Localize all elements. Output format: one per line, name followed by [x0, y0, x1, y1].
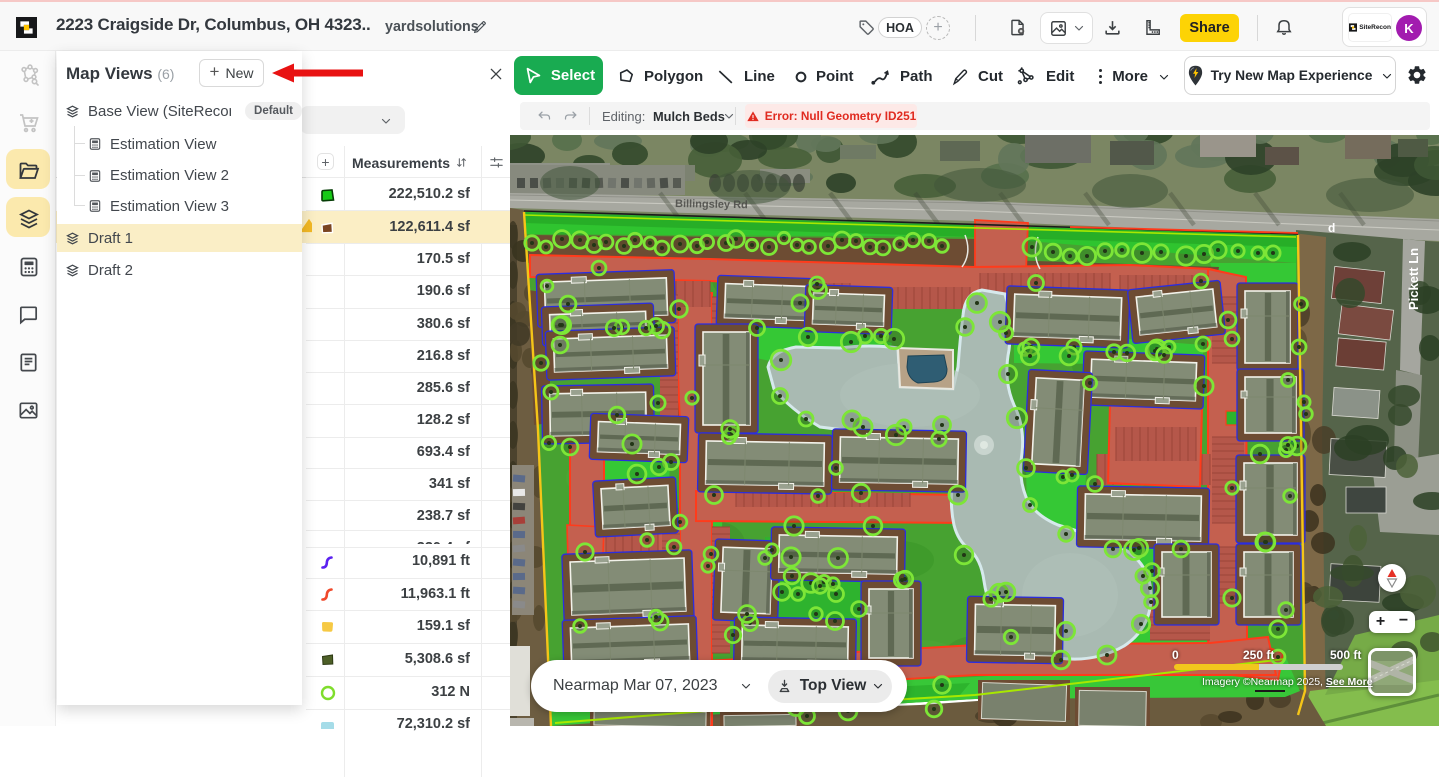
svg-text:Billingsley Rd: Billingsley Rd: [675, 198, 748, 211]
svg-text:d: d: [1328, 221, 1335, 235]
svg-text:Pickett Ln: Pickett Ln: [1406, 248, 1421, 310]
